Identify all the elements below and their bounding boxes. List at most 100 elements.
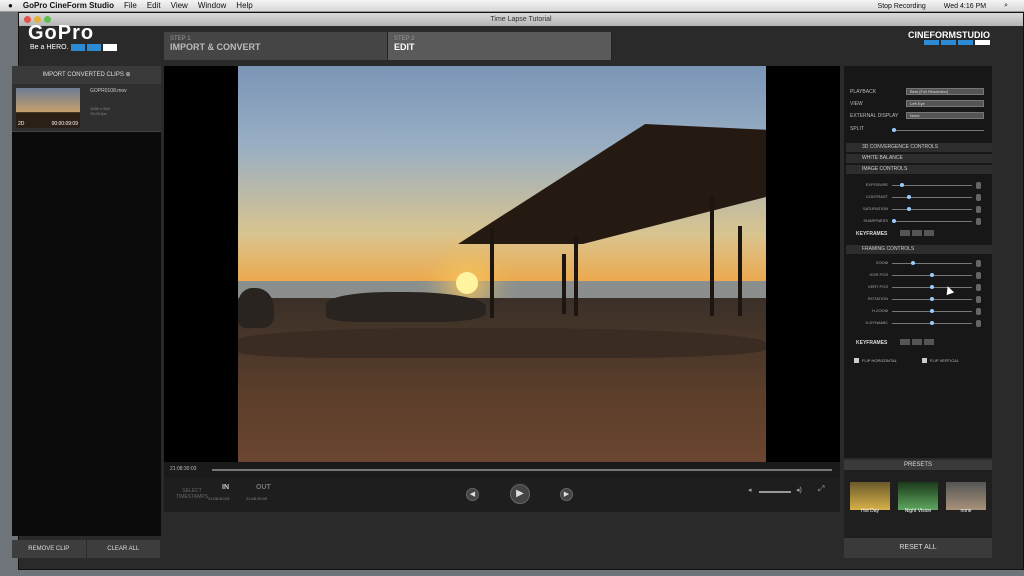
window-title: Time Lapse Tutorial [490, 16, 552, 23]
preset-label: Night Vision [904, 508, 932, 514]
image-slider-knob[interactable] [907, 195, 912, 199]
video-viewer[interactable] [164, 66, 840, 462]
menu-file[interactable]: File [124, 1, 137, 10]
framing-keyframe-add-button[interactable] [912, 339, 922, 345]
remove-clip-button[interactable]: REMOVE CLIP [12, 540, 86, 558]
framing-slider-knob[interactable] [911, 261, 915, 265]
image-stepper[interactable] [976, 182, 981, 189]
reset-all-button[interactable]: RESET ALL [844, 538, 992, 558]
video-frame [238, 66, 766, 462]
framing-stepper[interactable] [976, 308, 981, 315]
framing-slider-knob[interactable] [930, 321, 934, 325]
out-button[interactable]: OUT [256, 484, 271, 491]
play-button[interactable]: ▶ [510, 484, 530, 504]
framing-slider-knob[interactable] [930, 297, 934, 301]
menu-edit[interactable]: Edit [147, 1, 161, 10]
next-frame-button[interactable]: ▶ [560, 488, 573, 501]
split-slider[interactable] [892, 130, 984, 131]
image-stepper[interactable] [976, 194, 981, 201]
section-3d-convergence[interactable]: 3D CONVERGENCE CONTROLS [846, 143, 992, 152]
keyframe-add-button[interactable] [912, 230, 922, 236]
preset-label: none [960, 508, 972, 514]
tab-import-convert[interactable]: STEP 1 IMPORT & CONVERT [164, 32, 388, 60]
flip-horizontal-checkbox[interactable]: FLIP HORIZONTAL [854, 358, 897, 364]
image-stepper[interactable] [976, 206, 981, 213]
flip-vertical-checkbox[interactable]: FLIP VERTICAL [922, 358, 959, 364]
cineform-studio-logo: CINEFORMSTUDIO [908, 30, 990, 40]
keyframe-next-button[interactable] [924, 230, 934, 236]
view-label: VIEW [850, 101, 863, 107]
select-timestamps: SELECT TIMESTAMPS [175, 488, 209, 500]
clip-duration: 00:00:09:09 [51, 121, 78, 127]
preset-none[interactable] [946, 482, 986, 510]
framing-keyframe-prev-button[interactable] [900, 339, 910, 345]
external-display-select[interactable]: None [906, 112, 984, 119]
framing-stepper[interactable] [976, 296, 981, 303]
framing-keyframes-label: KEYFRAMES [856, 340, 888, 346]
framing-label: H.ZOOM [872, 308, 888, 313]
framing-slider[interactable] [892, 263, 972, 264]
framing-stepper[interactable] [976, 260, 981, 267]
preset-hot-day[interactable] [850, 482, 890, 510]
tagline: Be a HERO. [30, 44, 117, 51]
framing-keyframe-next-button[interactable] [924, 339, 934, 345]
spotlight-icon[interactable]: ⌕ [1004, 2, 1008, 10]
stop-recording[interactable]: Stop Recording [878, 3, 926, 10]
image-stepper[interactable] [976, 218, 981, 225]
section-image-controls[interactable]: IMAGE CONTROLS [846, 165, 992, 174]
tab-edit[interactable]: STEP 2 EDIT [388, 32, 612, 60]
framing-stepper[interactable] [976, 272, 981, 279]
clear-all-button[interactable]: CLEAR ALL [86, 540, 160, 558]
image-slider-knob[interactable] [907, 207, 912, 211]
framing-stepper[interactable] [976, 284, 981, 291]
clip-item[interactable]: 2D 00:00:09:09 GOPR0108.mov 1280 x 960 1… [12, 84, 161, 132]
current-timecode: 21:08:30:03 [170, 466, 197, 472]
framing-stepper[interactable] [976, 320, 981, 327]
apple-menu-icon[interactable]: ● [8, 1, 13, 10]
clock[interactable]: Wed 4:16 PM [944, 3, 986, 10]
timeline-track[interactable] [212, 469, 832, 471]
section-white-balance[interactable]: WHITE BALANCE [846, 154, 992, 163]
gopro-logo: GoPro [28, 22, 95, 44]
sun [456, 272, 478, 294]
preset-night-vision[interactable] [898, 482, 938, 510]
image-label: CONTRAST [866, 194, 888, 199]
image-label: SHARPNESS [863, 218, 888, 223]
tagline-text: Be a HERO. [30, 44, 69, 51]
step-label: IMPORT & CONVERT [170, 42, 261, 52]
keyframe-prev-button[interactable] [900, 230, 910, 236]
add-clip-icon[interactable]: ⊕ [126, 72, 131, 78]
framing-slider-knob[interactable] [930, 273, 934, 277]
clip-fps: 15.00 fps [90, 111, 107, 116]
external-display-label: EXTERNAL DISPLAY [850, 113, 899, 119]
transport-controls: SELECT TIMESTAMPS IN 21:08:30:03 OUT 21:… [164, 478, 840, 512]
playback-select[interactable]: Best (Full Resolution) [906, 88, 984, 95]
split-label: SPLIT [850, 126, 864, 132]
framing-label: ROTATION [867, 296, 888, 301]
view-select[interactable]: Left Eye [906, 100, 984, 107]
menu-help[interactable]: Help [236, 1, 252, 10]
fullscreen-icon[interactable]: ⤢ [818, 484, 824, 494]
image-slider-knob[interactable] [899, 183, 904, 187]
image-slider-knob[interactable] [892, 219, 896, 223]
previous-frame-button[interactable]: ◀ [466, 488, 479, 501]
section-framing-controls[interactable]: FRAMING CONTROLS [846, 245, 992, 254]
volume-slider[interactable] [759, 491, 791, 493]
menu-app-name[interactable]: GoPro CineForm Studio [23, 1, 114, 10]
menu-view[interactable]: View [171, 1, 188, 10]
image-slider[interactable] [892, 185, 972, 186]
import-clips-header[interactable]: IMPORT CONVERTED CLIPS ⊕ [12, 66, 161, 84]
presets-header: PRESETS [844, 460, 992, 470]
menubar-status: Stop Recording Wed 4:16 PM ⌕ [870, 0, 1018, 12]
clip-name: GOPR0108.mov [90, 88, 127, 94]
image-slider[interactable] [892, 221, 972, 222]
split-knob[interactable] [892, 128, 896, 132]
framing-slider-knob[interactable] [930, 309, 934, 313]
framing-slider-knob[interactable] [930, 285, 934, 289]
image-keyframes-label: KEYFRAMES [856, 231, 888, 237]
timeline-scrubber[interactable]: 21:08:30:03 [164, 462, 840, 478]
image-slider[interactable] [892, 197, 972, 198]
image-slider[interactable] [892, 209, 972, 210]
in-button[interactable]: IN [222, 484, 229, 491]
menu-window[interactable]: Window [198, 1, 226, 10]
